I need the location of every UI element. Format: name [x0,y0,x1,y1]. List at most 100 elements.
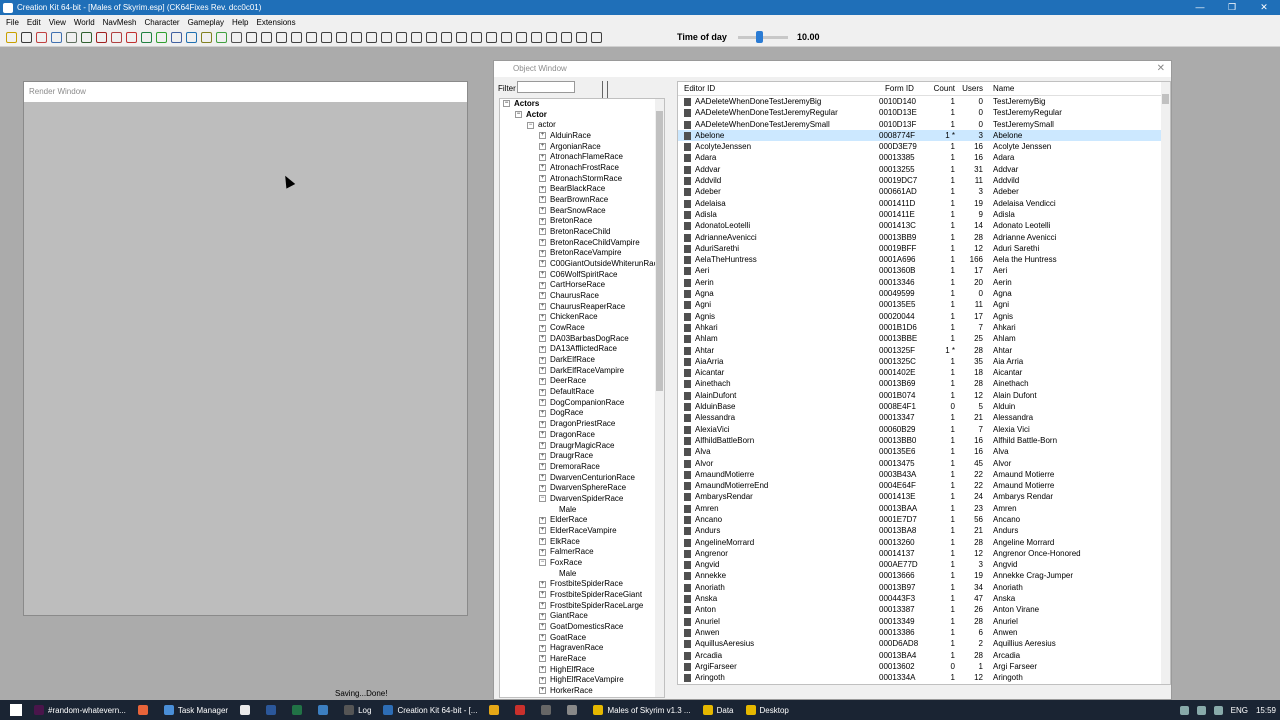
table-row[interactable]: Anuriel 00013349 1 28 Anuriel [678,616,1170,627]
toolbar-tool-icon[interactable] [501,32,512,43]
tree-node[interactable]: + GiantRace [500,611,664,622]
tree-node[interactable]: + CartHorseRace [500,280,664,291]
expand-icon[interactable]: + [539,345,546,353]
windows-start-icon[interactable] [10,704,22,716]
tree-node[interactable]: + BearSnowRace [500,206,664,217]
tree-node[interactable]: + CowRace [500,323,664,334]
menu-view[interactable]: View [45,18,70,27]
tree-node[interactable]: + DA13AfflictedRace [500,344,664,355]
table-row[interactable]: Aicantar 0001402E 1 18 Aicantar [678,367,1170,378]
tree-node[interactable]: + DwarvenSphereRace [500,483,664,494]
table-row[interactable]: Annekke 00013666 1 19 Annekke Crag-Jumper [678,570,1170,581]
tree-node[interactable]: + HareRace [500,654,664,665]
toolbar-tool-icon[interactable] [591,32,602,43]
toolbar-tool-icon[interactable] [111,32,122,43]
toolbar-tool-icon[interactable] [216,32,227,43]
expand-icon[interactable]: + [539,431,546,439]
tree-node[interactable]: + FrostbiteSpiderRaceLarge [500,601,664,612]
taskbar-button[interactable] [286,700,312,720]
tree-node[interactable]: + DwarvenCenturionRace [500,473,664,484]
expand-icon[interactable]: + [539,249,546,257]
taskbar-button[interactable] [483,700,509,720]
expand-icon[interactable]: + [539,313,546,321]
table-row[interactable]: Addvild 00019DC7 1 11 Addvild [678,175,1170,186]
table-row[interactable]: AquillusAeresius 000D6AD8 1 2 Aquillius Aere… [678,638,1170,649]
menu-navmesh[interactable]: NavMesh [99,18,141,27]
table-row[interactable]: AiaArria 0001325C 1 35 Aia Arria [678,356,1170,367]
toolbar-tool-icon[interactable] [516,32,527,43]
expand-icon[interactable]: + [539,185,546,193]
tree-node[interactable]: − DwarvenSpiderRace [500,494,664,505]
expand-icon[interactable]: + [539,548,546,556]
expand-icon[interactable]: + [539,217,546,225]
table-row[interactable]: Adeber 000661AD 1 3 Adeber [678,186,1170,197]
splitter-handle[interactable] [602,81,608,99]
tree-node[interactable]: + FrostbiteSpiderRaceGiant [500,590,664,601]
table-row[interactable]: Ainethach 00013B69 1 28 Ainethach [678,378,1170,389]
tree-node[interactable]: + ElderRaceVampire [500,526,664,537]
expand-icon[interactable]: + [539,623,546,631]
tree-node[interactable]: − Actor [500,110,664,121]
tree-node[interactable]: + AtronachFrostRace [500,163,664,174]
tree-node[interactable]: + DraugrMagicRace [500,441,664,452]
list-scrollbar-thumb[interactable] [1162,94,1169,104]
tree-node[interactable]: + DarkElfRace [500,355,664,366]
taskbar-button[interactable]: Males of Skyrim v1.3 ... [587,700,696,720]
table-row[interactable]: Arcadia 00013BA4 1 28 Arcadia [678,650,1170,661]
table-row[interactable]: AmaundMotierreEnd 0004E64F 1 22 Amaund Motie… [678,480,1170,491]
table-row[interactable]: ArgiFarseer 00013602 0 1 Argi Farseer [678,661,1170,672]
tree-node[interactable]: + ChickenRace [500,312,664,323]
expand-icon[interactable]: + [539,516,546,524]
table-row[interactable]: AduriSarethi 00019BFF 1 12 Aduri Sarethi [678,243,1170,254]
table-row[interactable]: Alvor 00013475 1 45 Alvor [678,458,1170,469]
collapse-icon[interactable]: − [515,111,522,119]
menu-world[interactable]: World [70,18,99,27]
tree-node[interactable]: + DA03BarbasDogRace [500,334,664,345]
expand-icon[interactable]: + [539,367,546,375]
table-row[interactable]: AelaTheHuntress 0001A696 1 166 Aela the Hunt… [678,254,1170,265]
toolbar-tool-icon[interactable] [426,32,437,43]
expand-icon[interactable]: + [539,676,546,684]
toolbar-tool-icon[interactable] [321,32,332,43]
toolbar-tool-icon[interactable] [486,32,497,43]
toolbar-tool-icon[interactable] [201,32,212,43]
toolbar-tool-icon[interactable] [456,32,467,43]
table-row[interactable]: Anoriath 00013B97 1 34 Anoriath [678,582,1170,593]
menu-gameplay[interactable]: Gameplay [184,18,228,27]
object-tree[interactable]: − Actors − Actor − actor + AlduinRace + ArgonianR… [499,98,665,698]
table-row[interactable]: Agna 00049599 1 0 Agna [678,288,1170,299]
expand-icon[interactable]: + [539,228,546,236]
object-list[interactable]: Editor ID Form ID Count Users Name AADel… [677,81,1171,685]
tray-icon[interactable] [1179,705,1189,715]
expand-icon[interactable]: + [539,463,546,471]
expand-icon[interactable]: + [539,303,546,311]
tree-node[interactable]: − Actors [500,99,664,110]
toolbar-tool-icon[interactable] [246,32,257,43]
toolbar-tool-icon[interactable] [156,32,167,43]
expand-icon[interactable]: + [539,377,546,385]
tree-node[interactable]: + DraugrRace [500,451,664,462]
toolbar-tool-icon[interactable] [81,32,92,43]
tree-node[interactable]: + C00GiantOutsideWhiterunRace [500,259,664,270]
expand-icon[interactable]: + [539,580,546,588]
table-row[interactable]: AlfhildBattleBorn 00013BB0 1 16 Alfhild Batt… [678,435,1170,446]
close-icon[interactable]: ✕ [1157,61,1165,77]
column-header-users[interactable]: Users [961,82,989,95]
tree-node[interactable]: + GoatDomesticsRace [500,622,664,633]
toolbar-tool-icon[interactable] [351,32,362,43]
collapse-icon[interactable]: − [503,100,510,108]
taskbar-button[interactable] [509,700,535,720]
tree-node[interactable]: + ArgonianRace [500,142,664,153]
expand-icon[interactable]: + [539,527,546,535]
table-row[interactable]: Ahkari 0001B1D6 1 7 Ahkari [678,322,1170,333]
table-row[interactable]: AmbarysRendar 0001413E 1 24 Ambarys Rendar [678,491,1170,502]
tree-node[interactable]: + BretonRace [500,216,664,227]
expand-icon[interactable]: + [539,473,546,481]
expand-icon[interactable]: + [539,292,546,300]
table-row[interactable]: Ahlam 00013BBE 1 25 Ahlam [678,333,1170,344]
table-row[interactable]: AmaundMotierre 0003B43A 1 22 Amaund Motierre [678,469,1170,480]
expand-icon[interactable]: + [539,399,546,407]
expand-icon[interactable]: + [539,452,546,460]
table-row[interactable]: Addvar 00013255 1 31 Addvar [678,164,1170,175]
taskbar-button[interactable]: Task Manager [158,700,234,720]
